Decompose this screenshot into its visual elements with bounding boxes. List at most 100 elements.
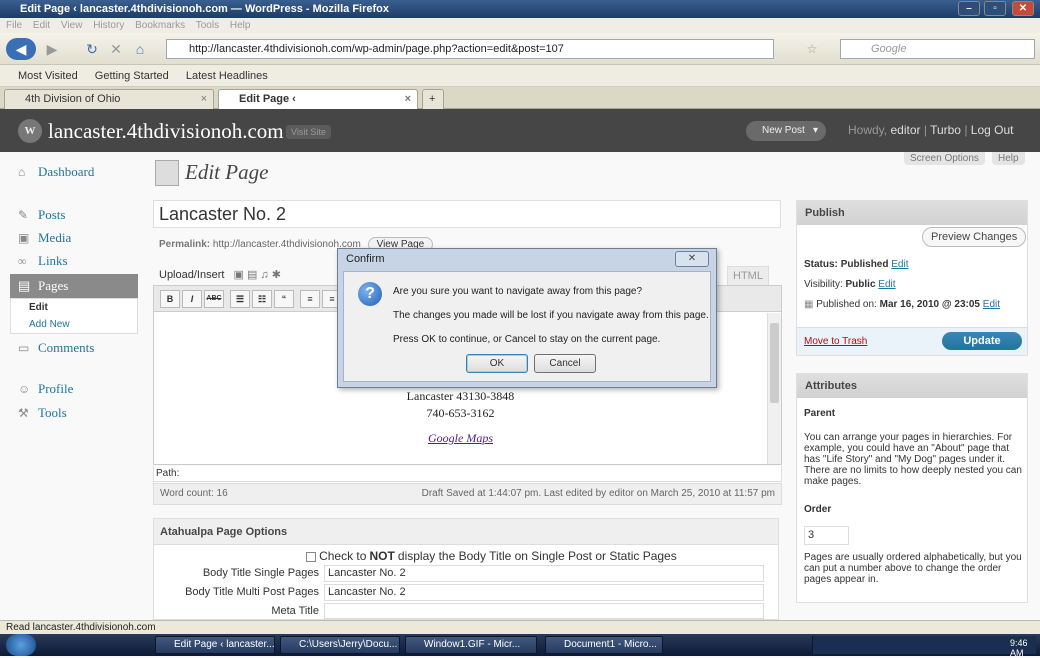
edit-visibility-link[interactable]: Edit: [878, 279, 895, 290]
menu-file[interactable]: File: [6, 20, 22, 31]
dialog-close-button[interactable]: ✕: [675, 251, 709, 267]
reload-icon[interactable]: ↻: [80, 38, 104, 60]
logout-link[interactable]: Log Out: [971, 123, 1014, 137]
new-post-button[interactable]: New Post ▾: [746, 121, 826, 141]
scrollbar-thumb[interactable]: [770, 323, 779, 403]
bookmark-getting-started[interactable]: Getting Started: [95, 70, 169, 82]
taskbar-item-window1[interactable]: Window1.GIF - Micr...: [405, 636, 537, 654]
meta-title-input[interactable]: [324, 603, 764, 619]
url-text: http://lancaster.4thdivisionoh.com/wp-ad…: [189, 43, 564, 55]
upload-insert-label: Upload/Insert: [159, 269, 225, 281]
clock: 9:46 AM: [1010, 638, 1028, 658]
body-title-checkbox[interactable]: [306, 552, 316, 563]
back-icon[interactable]: ◀: [6, 38, 36, 60]
cancel-button[interactable]: Cancel: [534, 354, 596, 373]
content-address: Lancaster 43130-3848: [406, 389, 515, 403]
menu-tools[interactable]: Tools: [196, 20, 219, 31]
update-button[interactable]: Update: [942, 332, 1022, 350]
home-icon[interactable]: ⌂: [128, 38, 152, 60]
url-bar[interactable]: http://lancaster.4thdivisionoh.com/wp-ad…: [166, 39, 774, 59]
upload-insert: Upload/Insert ▣ ▤ ♫ ✱: [159, 268, 281, 281]
start-button[interactable]: [6, 634, 36, 656]
menu-help[interactable]: Help: [230, 20, 251, 31]
stop-icon[interactable]: ✕: [104, 38, 128, 60]
attributes-box: Attributes Parent You can arrange your p…: [796, 373, 1028, 603]
multi-title-input[interactable]: Lancaster No. 2: [324, 584, 764, 601]
sidebar-item-profile[interactable]: ☺ Profile: [10, 377, 138, 401]
calendar-icon: ▦: [804, 299, 814, 310]
star-icon[interactable]: ☆: [800, 38, 824, 60]
close-window-button[interactable]: ✕: [1012, 1, 1034, 16]
bullet-list-button[interactable]: ☰: [230, 290, 250, 308]
forward-icon[interactable]: ▶: [40, 38, 64, 60]
tab-close-icon[interactable]: ×: [405, 90, 411, 108]
parent-label: Parent: [804, 408, 836, 419]
help-button[interactable]: Help: [992, 152, 1025, 165]
order-input[interactable]: 3: [804, 526, 849, 545]
title-input[interactable]: Lancaster No. 2: [153, 200, 781, 228]
tab-edit-page[interactable]: Edit Page ‹ lancaster.4thdivisiono... ×: [218, 89, 418, 123]
media-buttons-icon[interactable]: ▣ ▤ ♫ ✱: [234, 269, 281, 281]
new-tab-button[interactable]: +: [422, 89, 444, 109]
single-title-label: Body Title Single Pages: [202, 567, 319, 579]
screen-options-button[interactable]: Screen Options: [904, 152, 985, 165]
submenu-add-new[interactable]: Add New: [11, 316, 137, 333]
menubar: File Edit View History Bookmarks Tools H…: [0, 18, 1040, 33]
wordpress-logo-icon: W: [18, 119, 42, 143]
sidebar-item-posts[interactable]: ✎ Posts: [10, 203, 138, 227]
turbo-link[interactable]: Turbo: [930, 123, 961, 137]
publish-heading: Publish: [797, 201, 1027, 225]
visit-site-button[interactable]: Visit Site: [286, 125, 331, 139]
body-title-checkbox-row: Check to NOT display the Body Title on S…: [306, 549, 677, 563]
content-google-maps-link[interactable]: Google Maps: [154, 431, 767, 446]
blockquote-button[interactable]: “: [274, 290, 294, 308]
sidebar-item-links[interactable]: ∞ Links: [10, 249, 138, 273]
taskbar-item-document1[interactable]: Document1 - Micro...: [545, 636, 663, 654]
bookmark-latest-headlines[interactable]: Latest Headlines: [186, 70, 268, 82]
align-left-button[interactable]: ≡: [300, 290, 320, 308]
menu-bookmarks[interactable]: Bookmarks: [135, 20, 185, 31]
user-link[interactable]: editor: [890, 123, 920, 137]
menu-history[interactable]: History: [93, 20, 124, 31]
bold-button[interactable]: B: [160, 290, 180, 308]
search-input[interactable]: Google: [840, 39, 1035, 59]
permalink-label: Permalink:: [159, 239, 211, 250]
menu-view[interactable]: View: [61, 20, 83, 31]
chevron-down-icon: ▾: [812, 125, 818, 136]
publish-box: Publish Preview Changes Status: Publishe…: [796, 200, 1028, 356]
editor-scrollbar[interactable]: [767, 313, 781, 464]
sidebar-item-comments[interactable]: ▭ Comments: [10, 336, 138, 360]
sidebar-item-dashboard[interactable]: ⌂ Dashboard: [10, 160, 138, 184]
maximize-button[interactable]: ▫: [984, 1, 1006, 16]
status-line: Status: Published Edit: [804, 259, 909, 270]
sidebar-item-pages[interactable]: ▤ Pages: [10, 274, 138, 298]
preview-changes-button[interactable]: Preview Changes: [922, 227, 1027, 247]
move-to-trash-link[interactable]: Move to Trash: [804, 336, 867, 347]
sidebar-item-media[interactable]: ▣ Media: [10, 226, 138, 250]
tab-close-icon[interactable]: ×: [201, 90, 207, 108]
strikethrough-button[interactable]: ABC: [204, 290, 224, 308]
edit-date-link[interactable]: Edit: [983, 299, 1000, 310]
tab-4th-division[interactable]: 4th Division of Ohio ×: [4, 89, 214, 109]
taskbar-item-firefox[interactable]: Edit Page ‹ lancaster...: [155, 636, 275, 654]
meta-title-label: Meta Title: [271, 605, 319, 617]
bookmark-most-visited[interactable]: Most Visited: [18, 70, 78, 82]
menu-edit[interactable]: Edit: [33, 20, 50, 31]
tab-html[interactable]: HTML: [727, 266, 769, 286]
published-on-value: Mar 16, 2010 @ 23:05: [879, 299, 980, 310]
single-title-input[interactable]: Lancaster No. 2: [324, 565, 764, 582]
dialog-title: Confirm: [346, 253, 385, 265]
sidebar-item-tools[interactable]: ⚒ Tools: [10, 401, 138, 425]
edit-status-link[interactable]: Edit: [891, 259, 908, 270]
site-name[interactable]: lancaster.4thdivisionoh.com: [48, 119, 284, 144]
ok-button[interactable]: OK: [466, 354, 528, 373]
editor-path: Path:: [153, 466, 782, 482]
italic-button[interactable]: I: [182, 290, 202, 308]
minimize-button[interactable]: –: [958, 1, 980, 16]
dialog-message-1: Are you sure you want to navigate away f…: [393, 286, 643, 297]
numbered-list-button[interactable]: ☷: [252, 290, 272, 308]
taskbar-item-explorer[interactable]: C:\Users\Jerry\Docu...: [280, 636, 400, 654]
submenu-edit[interactable]: Edit: [11, 299, 137, 316]
order-help: Pages are usually ordered alphabetically…: [804, 552, 1022, 585]
draft-status: Draft Saved at 1:44:07 pm. Last edited b…: [421, 488, 775, 499]
